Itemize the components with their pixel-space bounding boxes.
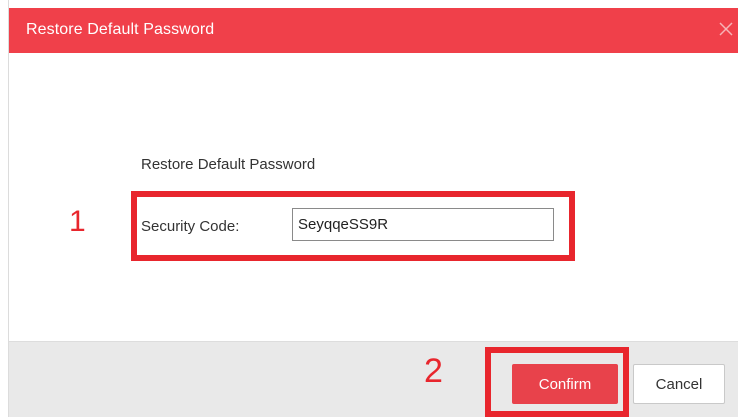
restore-password-dialog: Restore Default Password Restore Default… xyxy=(8,0,738,417)
confirm-button[interactable]: Confirm xyxy=(512,364,618,404)
security-code-input[interactable] xyxy=(292,208,554,241)
dialog-body: Restore Default Password 1 Security Code… xyxy=(9,53,738,341)
section-label: Restore Default Password xyxy=(141,156,316,173)
dialog-titlebar: Restore Default Password xyxy=(9,8,738,53)
cancel-button[interactable]: Cancel xyxy=(633,364,725,404)
step-1-annotation: 1 xyxy=(69,205,86,238)
step-2-annotation: 2 xyxy=(424,352,443,390)
security-code-label: Security Code: xyxy=(141,218,240,235)
dialog-title: Restore Default Password xyxy=(26,21,215,38)
dialog-footer: 2 Confirm Cancel xyxy=(9,341,738,417)
close-icon[interactable] xyxy=(717,20,735,38)
